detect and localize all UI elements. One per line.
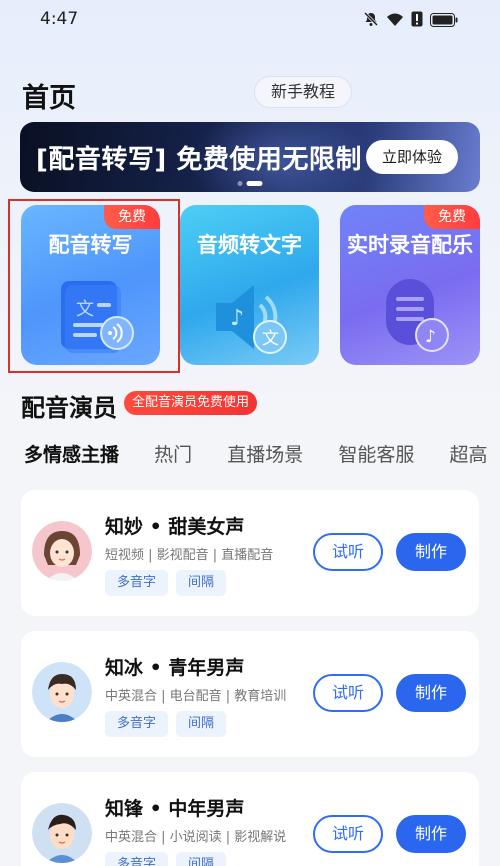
- tab-multi-emotion[interactable]: 多情感主播: [24, 440, 119, 467]
- svg-text:♪: ♪: [230, 306, 244, 331]
- feature-chip: 多音字: [105, 570, 169, 596]
- voice-name: 知冰 • 青年男声: [105, 657, 245, 679]
- feature-card-realtime-recording[interactable]: 免费 实时录音配乐 ♪: [340, 205, 480, 365]
- listen-button[interactable]: 试听: [313, 674, 383, 712]
- page-title: 首页: [22, 83, 76, 114]
- microphone-music-icon: ♪: [340, 275, 479, 365]
- feature-chip: 间隔: [176, 570, 227, 596]
- voice-tags: 短视频 | 影视配音 | 直播配音: [105, 548, 274, 563]
- feature-title: 音频转文字: [197, 233, 302, 257]
- avatar: [32, 662, 92, 722]
- status-bar: 4:47: [0, 0, 500, 40]
- tab-live[interactable]: 直播场景: [227, 440, 303, 467]
- status-time: 4:47: [40, 9, 79, 29]
- make-button[interactable]: 制作: [396, 674, 466, 712]
- bell-off-icon: [363, 11, 379, 31]
- avatar: [32, 803, 92, 863]
- listen-button[interactable]: 试听: [313, 533, 383, 571]
- feature-card-audio-to-text[interactable]: 音频转文字 ♪ 文: [180, 205, 319, 365]
- voice-card[interactable]: 知锋 • 中年男声 中英混合 | 小说阅读 | 影视解说 多音字 间隔 试听 制…: [21, 772, 479, 866]
- voice-tags: 中英混合 | 电台配音 | 教育培训: [105, 689, 287, 704]
- voice-card[interactable]: 知妙 • 甜美女声 短视频 | 影视配音 | 直播配音 多音字 间隔 试听 制作: [21, 490, 479, 616]
- voice-card[interactable]: 知冰 • 青年男声 中英混合 | 电台配音 | 教育培训 多音字 间隔 试听 制…: [21, 631, 479, 757]
- tab-hot[interactable]: 热门: [154, 440, 192, 467]
- carousel-dot[interactable]: [237, 181, 243, 186]
- category-tabs: 多情感主播 热门 直播场景 智能客服 超高: [24, 440, 500, 470]
- banner-text: [配音转写] 免费使用无限制: [36, 145, 362, 175]
- carousel-dot-active[interactable]: [246, 181, 263, 186]
- feature-chip: 多音字: [105, 711, 169, 737]
- make-button[interactable]: 制作: [396, 815, 466, 853]
- wifi-icon: [386, 12, 404, 31]
- tab-more[interactable]: 超高: [449, 440, 487, 467]
- voice-tags: 中英混合 | 小说阅读 | 影视解说: [105, 830, 287, 845]
- section-badge: 全配音演员免费使用: [124, 391, 258, 415]
- feature-chip: 间隔: [176, 711, 227, 737]
- voice-name: 知妙 • 甜美女声: [105, 516, 245, 538]
- card-icon-glyph: 文: [262, 329, 279, 349]
- tutorial-button[interactable]: 新手教程: [254, 76, 352, 108]
- selection-highlight: [8, 199, 180, 373]
- feature-title: 实时录音配乐: [347, 233, 473, 257]
- feature-chip: 多音字: [105, 852, 169, 866]
- voice-name: 知锋 • 中年男声: [105, 798, 245, 820]
- banner-cta-button[interactable]: 立即体验: [366, 140, 458, 174]
- section-title: 配音演员: [21, 394, 117, 422]
- speaker-text-icon: ♪ 文: [180, 275, 319, 365]
- tab-customer-service[interactable]: 智能客服: [338, 440, 414, 467]
- make-button[interactable]: 制作: [396, 533, 466, 571]
- free-badge: 免费: [424, 205, 480, 229]
- card-icon-glyph: ♪: [425, 327, 436, 347]
- status-icons: [363, 11, 458, 31]
- listen-button[interactable]: 试听: [313, 815, 383, 853]
- carousel-dots: [237, 181, 263, 186]
- promo-banner[interactable]: [配音转写] 免费使用无限制 立即体验: [20, 122, 480, 192]
- alert-icon: [411, 11, 423, 31]
- battery-icon: [430, 12, 458, 31]
- feature-chip: 间隔: [176, 852, 227, 866]
- avatar: [32, 521, 92, 581]
